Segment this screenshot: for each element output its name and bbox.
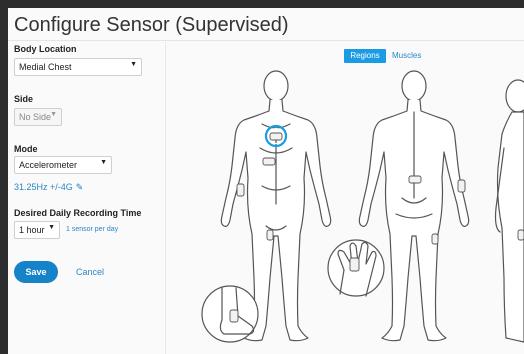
mode-info-text: 31.25Hz +/-4G bbox=[14, 182, 73, 192]
cancel-link[interactable]: Cancel bbox=[76, 267, 104, 277]
chevron-down-icon: ▼ bbox=[50, 111, 57, 118]
chevron-down-icon: ▼ bbox=[130, 61, 137, 68]
save-button[interactable]: Save bbox=[14, 261, 58, 283]
sensor-icon[interactable] bbox=[262, 157, 276, 166]
sensor-icon[interactable] bbox=[517, 229, 524, 241]
sensor-icon[interactable] bbox=[431, 233, 439, 245]
side-select[interactable]: No Side ▼ bbox=[14, 108, 62, 126]
recording-time-label: Desired Daily Recording Time bbox=[14, 208, 142, 218]
mode-select[interactable]: Accelerometer ▼ bbox=[14, 156, 112, 174]
sensor-icon[interactable] bbox=[236, 183, 245, 197]
pencil-icon[interactable]: ✎ bbox=[76, 182, 84, 193]
body-location-select[interactable]: Medial Chest ▼ bbox=[14, 58, 142, 76]
sensor-icon[interactable] bbox=[457, 179, 466, 193]
mode-info[interactable]: 31.25Hz +/-4G ✎ bbox=[14, 182, 83, 193]
chevron-down-icon: ▼ bbox=[100, 159, 107, 166]
chevron-down-icon: ▼ bbox=[48, 224, 55, 231]
configure-sensor-window: Configure Sensor (Supervised) Body Locat… bbox=[0, 0, 524, 354]
side-value: No Side bbox=[19, 112, 52, 122]
sensor-icon[interactable] bbox=[349, 257, 360, 272]
body-location-label: Body Location bbox=[14, 44, 77, 54]
body-back-icon bbox=[358, 70, 470, 342]
sensor-icon[interactable] bbox=[408, 175, 422, 184]
recording-time-select[interactable]: 1 hour ▼ bbox=[14, 221, 60, 239]
sensor-icon[interactable] bbox=[269, 132, 283, 141]
recording-time-value: 1 hour bbox=[19, 225, 45, 235]
mode-label: Mode bbox=[14, 144, 38, 154]
sensors-per-day-note: 1 sensor per day bbox=[66, 226, 119, 233]
sensor-icon[interactable] bbox=[266, 229, 274, 241]
body-location-value: Medial Chest bbox=[19, 62, 72, 72]
side-label: Side bbox=[14, 94, 34, 104]
body-side-icon bbox=[494, 79, 524, 343]
sensor-icon[interactable] bbox=[229, 309, 239, 323]
body-map bbox=[166, 8, 524, 354]
body-map-svg bbox=[201, 70, 524, 343]
mode-value: Accelerometer bbox=[19, 160, 78, 170]
